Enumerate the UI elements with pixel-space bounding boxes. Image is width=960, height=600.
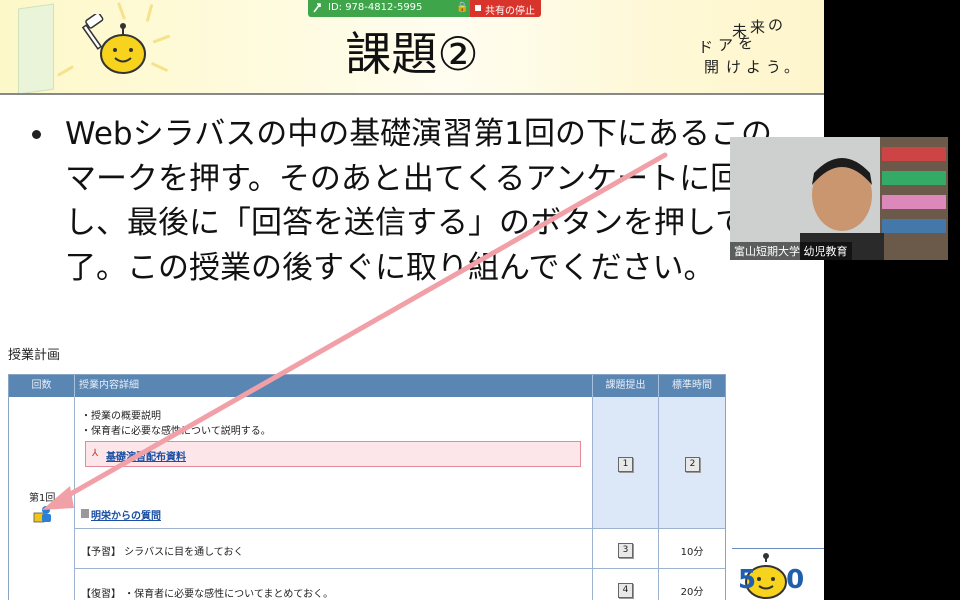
presentation-slide: 課題② 未 来 の ド ア を 開 け よ う 。 Webシラバスの中の基礎演習… xyxy=(0,0,824,600)
screen-share-bar: ID: 978-4812-5995 🔒 共有の停止 xyxy=(308,0,541,17)
stop-share-button[interactable]: 共有の停止 xyxy=(470,0,541,17)
annotation-arrow xyxy=(42,152,668,510)
stop-icon xyxy=(475,5,481,11)
webcam-video[interactable]: 富山短期大学 幼児教育 xyxy=(730,137,948,260)
lock-icon: 🔒 xyxy=(456,2,469,13)
participant-name: 富山短期大学 幼児教育 xyxy=(730,242,852,260)
meeting-id: ID: 978-4812-5995 xyxy=(328,2,423,13)
stop-share-label: 共有の停止 xyxy=(485,6,535,17)
screen-share-icon xyxy=(313,3,321,13)
